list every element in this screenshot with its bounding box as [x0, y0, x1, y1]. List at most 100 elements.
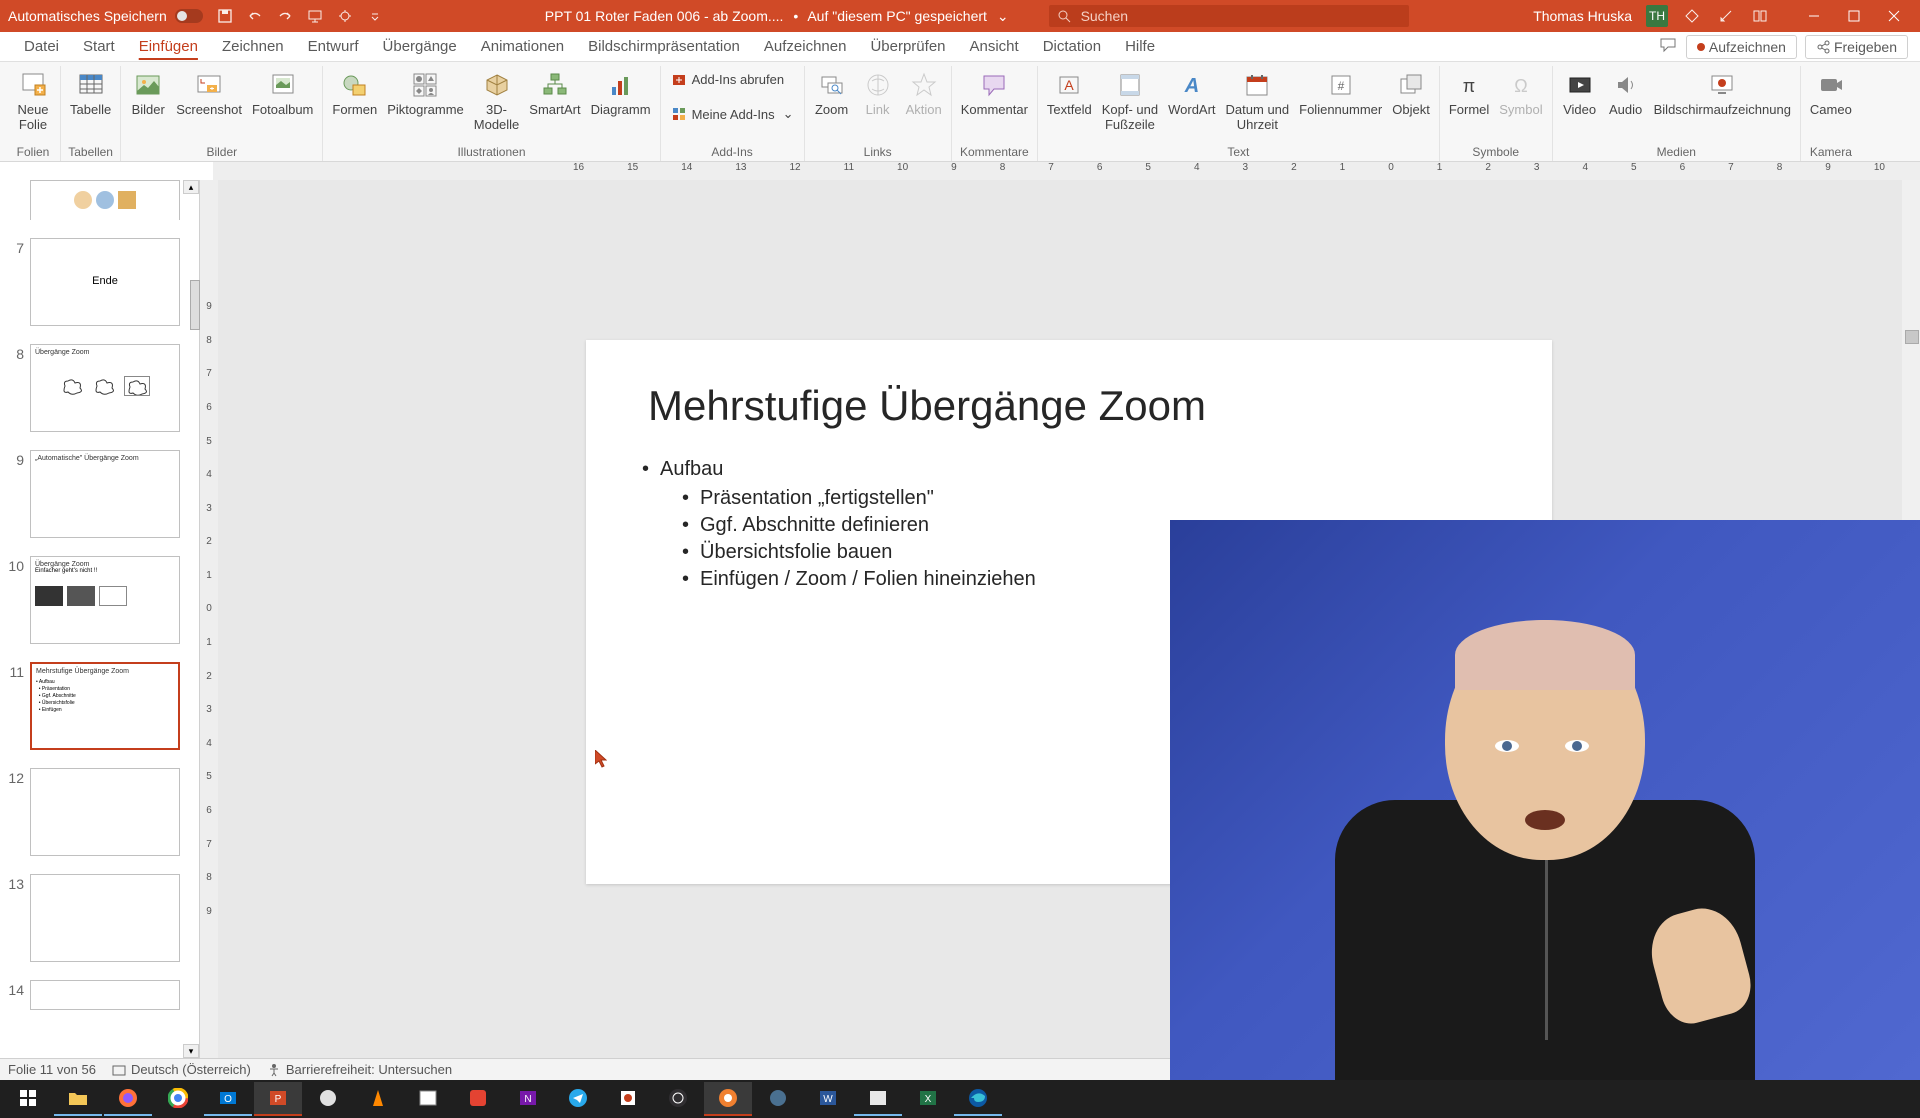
language-indicator[interactable]: Deutsch (Österreich) [112, 1062, 251, 1077]
taskbar-explorer[interactable] [54, 1082, 102, 1116]
taskbar-app-6[interactable] [854, 1082, 902, 1116]
smartart-button[interactable]: SmartArt [526, 66, 583, 118]
tab-aufzeichnen[interactable]: Aufzeichnen [752, 32, 859, 62]
svg-text:O: O [224, 1094, 232, 1105]
slide-thumb-7[interactable]: Ende [30, 238, 180, 326]
tab-zeichnen[interactable]: Zeichnen [210, 32, 296, 62]
user-avatar[interactable]: TH [1646, 5, 1668, 27]
cameo-button[interactable]: Cameo [1807, 66, 1855, 118]
svg-text:W: W [823, 1094, 833, 1105]
freigeben-button[interactable]: Freigeben [1805, 35, 1908, 59]
taskbar-app-1[interactable] [304, 1082, 352, 1116]
taskbar-app-3[interactable] [604, 1082, 652, 1116]
slide-thumb-9[interactable]: „Automatische" Übergänge Zoom [30, 450, 180, 538]
slide-thumb-8[interactable]: Übergänge Zoom [30, 344, 180, 432]
autosave-toggle[interactable] [175, 9, 203, 23]
taskbar-app-4[interactable] [704, 1082, 752, 1116]
piktogramme-button[interactable]: Piktogramme [384, 66, 467, 118]
taskbar-edge[interactable] [954, 1082, 1002, 1116]
document-title: PPT 01 Roter Faden 006 - ab Zoom.... • A… [545, 8, 1009, 25]
slide-thumb-6[interactable] [30, 180, 180, 220]
slide-counter[interactable]: Folie 11 von 56 [8, 1062, 96, 1077]
aktion-button: Aktion [903, 66, 945, 118]
tab-einfuegen[interactable]: Einfügen [127, 32, 210, 62]
search-input[interactable]: Suchen [1049, 5, 1409, 27]
touch-mode-icon[interactable] [335, 6, 355, 26]
comments-pane-icon[interactable] [1658, 35, 1678, 55]
tab-entwurf[interactable]: Entwurf [296, 32, 371, 62]
slide-thumb-10[interactable]: Übergänge ZoomEinfacher geht's nicht !! [30, 556, 180, 644]
redo-icon[interactable] [275, 6, 295, 26]
tab-ueberpruefen[interactable]: Überprüfen [858, 32, 957, 62]
tab-dictation[interactable]: Dictation [1031, 32, 1113, 62]
close-button[interactable] [1876, 4, 1912, 28]
accessibility-check[interactable]: Barrierefreiheit: Untersuchen [267, 1062, 452, 1077]
objekt-button[interactable]: Objekt [1389, 66, 1433, 118]
minimize-button[interactable] [1796, 4, 1832, 28]
neue-folie-button[interactable]: Neue Folie [12, 66, 54, 133]
tab-datei[interactable]: Datei [12, 32, 71, 62]
taskbar-onenote[interactable]: N [504, 1082, 552, 1116]
3d-modelle-button[interactable]: 3D- Modelle [471, 66, 523, 133]
bildschirmaufzeichnung-button[interactable]: Bildschirmaufzeichnung [1651, 66, 1794, 118]
taskbar-obs[interactable] [654, 1082, 702, 1116]
user-name-label: Thomas Hruska [1533, 8, 1632, 24]
pen-icon[interactable] [1716, 6, 1736, 26]
taskbar-todoist[interactable] [454, 1082, 502, 1116]
slide-thumb-12[interactable] [30, 768, 180, 856]
undo-icon[interactable] [245, 6, 265, 26]
slide-thumb-14[interactable] [30, 980, 180, 1010]
taskbar-telegram[interactable] [554, 1082, 602, 1116]
slide-thumb-13[interactable] [30, 874, 180, 962]
taskbar-excel[interactable]: X [904, 1082, 952, 1116]
bilder-button[interactable]: Bilder [127, 66, 169, 118]
taskbar-app-5[interactable] [754, 1082, 802, 1116]
addins-abrufen-button[interactable]: Add-Ins abrufen [667, 70, 798, 88]
group-symbole: πFormel ΩSymbol Symbole [1440, 66, 1553, 161]
taskbar-word[interactable]: W [804, 1082, 852, 1116]
ruler-pin[interactable] [190, 280, 200, 330]
audio-button[interactable]: Audio [1605, 66, 1647, 118]
quick-access-toolbar [215, 6, 385, 26]
diagramm-button[interactable]: Diagramm [588, 66, 654, 118]
thumb-scroll-up[interactable]: ▴ [183, 180, 199, 194]
kommentar-button[interactable]: Kommentar [958, 66, 1031, 118]
diamond-icon[interactable] [1682, 6, 1702, 26]
aufzeichnen-button[interactable]: Aufzeichnen [1686, 35, 1797, 59]
screenshot-button[interactable]: Screenshot [173, 66, 245, 118]
textfeld-button[interactable]: ATextfeld [1044, 66, 1095, 118]
fotoalbum-button[interactable]: Fotoalbum [249, 66, 316, 118]
window-layout-icon[interactable] [1750, 6, 1770, 26]
taskbar-app-2[interactable] [404, 1082, 452, 1116]
taskbar-firefox[interactable] [104, 1082, 152, 1116]
taskbar-vlc[interactable] [354, 1082, 402, 1116]
qat-more-icon[interactable] [365, 6, 385, 26]
taskbar-chrome[interactable] [154, 1082, 202, 1116]
zoom-button[interactable]: Zoom [811, 66, 853, 118]
tab-bildschirm[interactable]: Bildschirmpräsentation [576, 32, 752, 62]
save-icon[interactable] [215, 6, 235, 26]
foliennummer-button[interactable]: #Foliennummer [1296, 66, 1385, 118]
tabelle-button[interactable]: Tabelle [67, 66, 114, 118]
group-folien: Neue Folie Folien [6, 66, 61, 161]
tab-ansicht[interactable]: Ansicht [958, 32, 1031, 62]
taskbar-outlook[interactable]: O [204, 1082, 252, 1116]
thumb-scroll-down[interactable]: ▾ [183, 1044, 199, 1058]
wordart-button[interactable]: AWordArt [1165, 66, 1218, 118]
svg-text:π: π [1463, 76, 1475, 96]
video-button[interactable]: Video [1559, 66, 1601, 118]
slide-thumb-11[interactable]: Mehrstufige Übergänge Zoom• Aufbau • Prä… [30, 662, 180, 750]
present-from-start-icon[interactable] [305, 6, 325, 26]
tab-hilfe[interactable]: Hilfe [1113, 32, 1167, 62]
tab-animationen[interactable]: Animationen [469, 32, 576, 62]
kopf-fusszeile-button[interactable]: Kopf- und Fußzeile [1099, 66, 1161, 133]
start-menu-button[interactable] [4, 1082, 52, 1116]
datum-uhrzeit-button[interactable]: Datum und Uhrzeit [1223, 66, 1293, 133]
formen-button[interactable]: Formen [329, 66, 380, 118]
formel-button[interactable]: πFormel [1446, 66, 1492, 118]
tab-uebergaenge[interactable]: Übergänge [371, 32, 469, 62]
tab-start[interactable]: Start [71, 32, 127, 62]
meine-addins-button[interactable]: Meine Add-Ins⌄ [667, 105, 798, 123]
maximize-button[interactable] [1836, 4, 1872, 28]
taskbar-powerpoint[interactable]: P [254, 1082, 302, 1116]
